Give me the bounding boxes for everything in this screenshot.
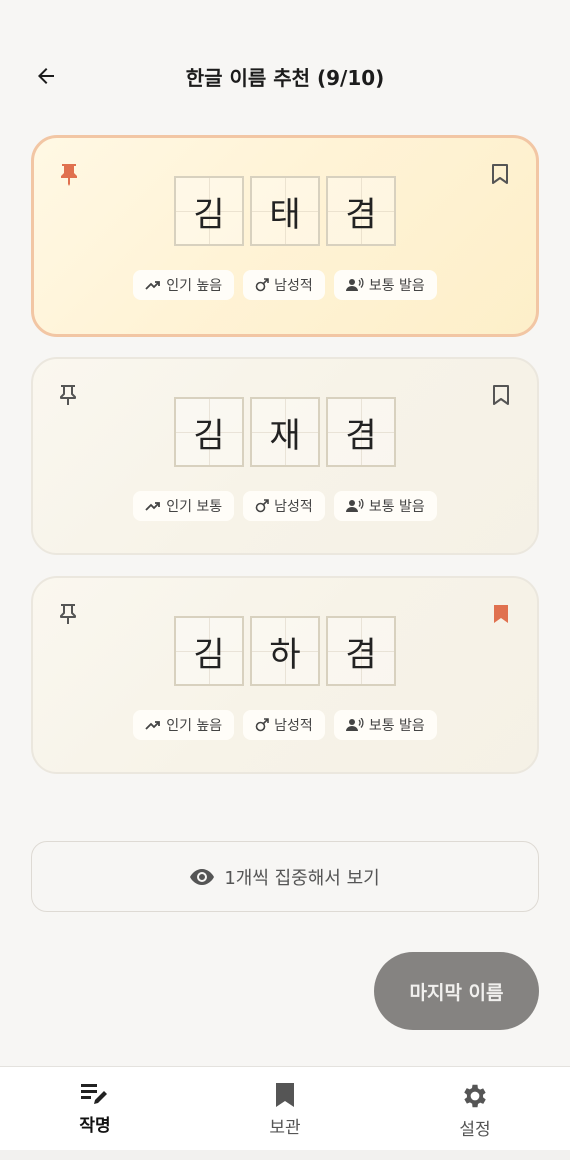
gender-tag: 남성적: [243, 710, 325, 740]
popularity-tag: 인기 높음: [133, 710, 235, 740]
gender-tag: 남성적: [243, 270, 325, 300]
syllable-box: 김: [174, 397, 244, 467]
header: 한글 이름 추천 (9/10): [0, 40, 570, 110]
trending-up-icon: [145, 721, 161, 730]
syllable-box: 태: [250, 176, 320, 246]
voice-icon: [345, 278, 364, 291]
male-icon: [255, 718, 269, 732]
male-icon: [255, 278, 269, 292]
syllable-box: 하: [250, 616, 320, 686]
gear-icon: [464, 1084, 486, 1108]
nav-label: 보관: [269, 1118, 301, 1138]
last-name-button[interactable]: 마지막 이름: [374, 952, 539, 1030]
male-icon: [255, 499, 269, 513]
edit-list-icon: [81, 1084, 107, 1104]
system-nav-strip: [0, 1150, 570, 1160]
tag-list: 인기 높음 남성적 보통 발음: [33, 710, 537, 740]
nav-item-saved[interactable]: 보관: [190, 1067, 380, 1150]
syllable-box: 겸: [326, 616, 396, 686]
syllable-box: 김: [174, 616, 244, 686]
focus-view-label: 1개씩 집중해서 보기: [224, 867, 380, 889]
popularity-tag: 인기 높음: [133, 270, 235, 300]
pronunciation-tag: 보통 발음: [333, 270, 437, 300]
name-card[interactable]: 김 태 겸 인기 높음 남성적 보통 발음: [31, 135, 539, 337]
name-syllables: 김 재 겸: [33, 397, 537, 467]
syllable-box: 겸: [326, 397, 396, 467]
tag-list: 인기 보통 남성적 보통 발음: [33, 491, 537, 521]
syllable-box: 재: [250, 397, 320, 467]
tag-list: 인기 높음 남성적 보통 발음: [34, 270, 536, 300]
name-card[interactable]: 김 하 겸 인기 높음 남성적 보통 발음: [31, 576, 539, 774]
name-syllables: 김 하 겸: [33, 616, 537, 686]
eye-icon: [190, 868, 215, 885]
page-title: 한글 이름 추천 (9/10): [185, 66, 385, 90]
name-syllables: 김 태 겸: [34, 176, 536, 246]
nav-item-naming[interactable]: 작명: [0, 1067, 190, 1150]
nav-item-settings[interactable]: 설정: [380, 1067, 570, 1150]
focus-view-button[interactable]: 1개씩 집중해서 보기: [31, 841, 539, 912]
voice-icon: [345, 499, 364, 512]
gender-tag: 남성적: [243, 491, 325, 521]
nav-label: 작명: [79, 1116, 111, 1136]
bookmark-icon: [276, 1083, 294, 1107]
popularity-tag: 인기 보통: [133, 491, 235, 521]
nav-label: 설정: [459, 1120, 491, 1140]
trending-up-icon: [145, 281, 161, 290]
syllable-box: 김: [174, 176, 244, 246]
syllable-box: 겸: [326, 176, 396, 246]
bottom-nav: 작명 보관 설정: [0, 1066, 570, 1150]
trending-up-icon: [145, 502, 161, 511]
pronunciation-tag: 보통 발음: [333, 491, 437, 521]
pronunciation-tag: 보통 발음: [333, 710, 437, 740]
name-card[interactable]: 김 재 겸 인기 보통 남성적 보통 발음: [31, 357, 539, 555]
voice-icon: [345, 718, 364, 731]
